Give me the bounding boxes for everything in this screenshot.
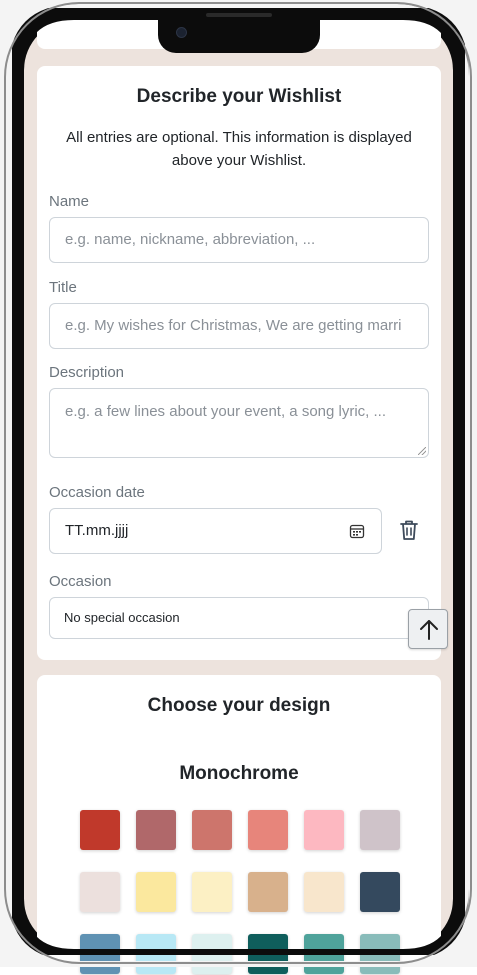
card-title: Describe your Wishlist [136,86,342,107]
color-swatch[interactable] [136,872,176,912]
color-swatch[interactable] [192,934,232,974]
color-swatch[interactable] [304,872,344,912]
wishlist-description-card: Describe your Wishlist All entries are o… [37,66,441,660]
color-swatch[interactable] [136,934,176,974]
resize-handle[interactable] [418,447,426,455]
title-label: Title [49,279,77,296]
color-swatch[interactable] [360,872,400,912]
scroll-to-top-button[interactable] [408,609,448,649]
color-swatch[interactable] [360,810,400,850]
palette-name: Monochrome [179,763,299,784]
intro-text: All entries are optional. This informati… [66,129,412,169]
color-swatch[interactable] [80,872,120,912]
calendar-icon[interactable] [349,523,365,539]
occasion-label: Occasion [49,573,112,590]
color-swatch[interactable] [360,934,400,974]
trash-icon[interactable] [398,518,420,542]
front-camera [176,27,187,38]
occasion-select[interactable]: No special occasion [49,597,429,639]
color-swatch[interactable] [248,934,288,974]
occasion-date-value: TT.mm.jjjj [65,522,129,539]
design-card: Choose your design Monochrome [37,675,441,975]
color-swatch[interactable] [192,872,232,912]
arrow-up-icon [420,620,438,640]
occasion-selected-value: No special occasion [64,610,180,625]
description-placeholder: e.g. a few lines about your event, a son… [65,403,387,420]
color-swatch[interactable] [136,810,176,850]
title-input[interactable]: e.g. My wishes for Christmas, We are get… [49,303,429,349]
color-swatch[interactable] [248,810,288,850]
speaker-grille [206,13,272,17]
color-swatch[interactable] [192,810,232,850]
phone-side-button-power [472,265,477,367]
color-swatch[interactable] [304,810,344,850]
color-swatch[interactable] [248,872,288,912]
color-swatch[interactable] [80,934,120,974]
occasion-date-label: Occasion date [49,484,145,501]
phone-notch [158,13,320,53]
description-label: Description [49,364,125,381]
color-swatch[interactable] [304,934,344,974]
name-input[interactable]: e.g. name, nickname, abbreviation, ... [49,217,429,263]
design-title: Choose your design [147,695,331,716]
description-textarea[interactable]: e.g. a few lines about your event, a son… [49,388,429,458]
color-swatch[interactable] [80,810,120,850]
name-label: Name [49,193,90,210]
occasion-date-input[interactable]: TT.mm.jjjj [49,508,382,554]
